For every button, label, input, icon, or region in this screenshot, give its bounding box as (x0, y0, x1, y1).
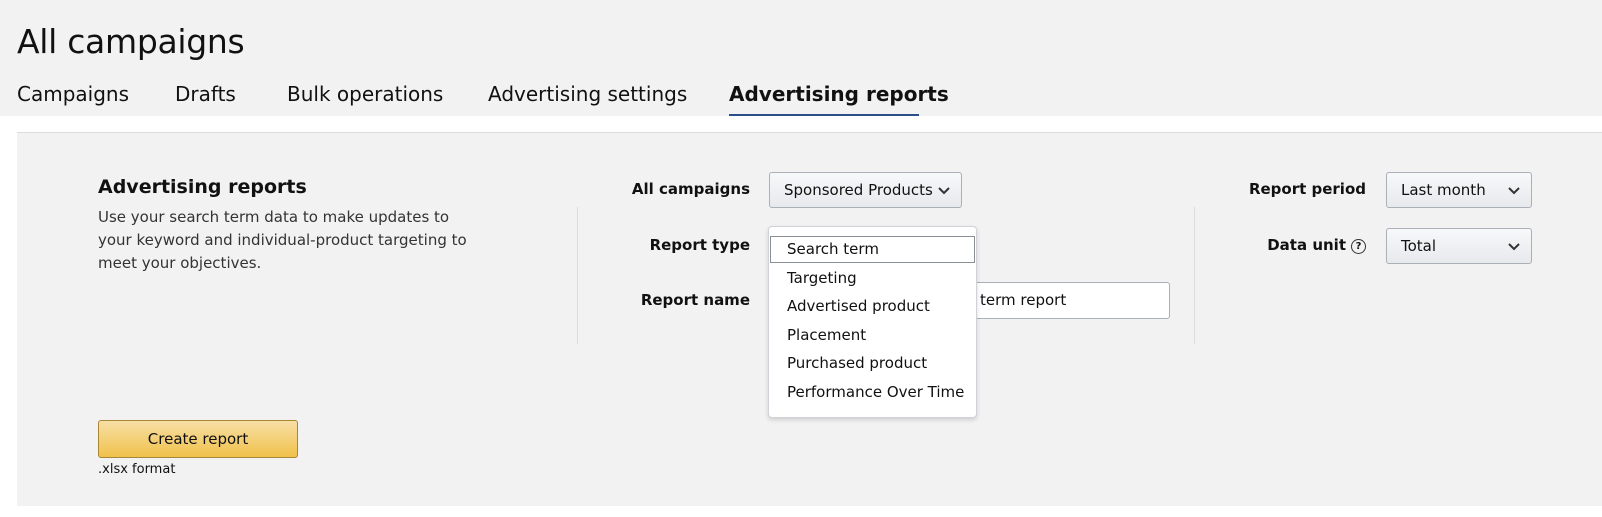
tab-campaigns[interactable]: Campaigns (17, 82, 129, 106)
help-icon[interactable]: ? (1351, 239, 1366, 254)
data-unit-value: Total (1401, 237, 1437, 255)
report-period-value: Last month (1401, 181, 1486, 199)
tab-advertising-reports[interactable]: Advertising reports (729, 82, 949, 106)
chevron-down-icon (1508, 187, 1520, 195)
page-title: All campaigns (17, 22, 245, 61)
report-name-value: term report (980, 291, 1067, 309)
page-bottom-gutter (0, 506, 1602, 517)
tab-bar-separator (17, 116, 1602, 132)
report-type-option-advertised-product[interactable]: Advertised product (770, 293, 975, 320)
report-type-option-performance-over-time[interactable]: Performance Over Time (770, 379, 975, 406)
report-type-label: Report type (649, 236, 750, 254)
format-note: .xlsx format (98, 462, 176, 477)
report-period-select[interactable]: Last month (1386, 172, 1532, 208)
report-type-option-search-term[interactable]: Search term (770, 236, 975, 263)
create-report-button[interactable]: Create report (98, 420, 298, 458)
column-divider-left (577, 207, 578, 344)
data-unit-select[interactable]: Total (1386, 228, 1532, 264)
data-unit-label: Data unit (1267, 236, 1346, 254)
report-name-input[interactable]: term report (969, 282, 1170, 319)
tab-advertising-settings[interactable]: Advertising settings (488, 82, 687, 106)
campaign-type-select[interactable]: Sponsored Products (769, 172, 962, 208)
campaign-type-value: Sponsored Products (784, 181, 933, 199)
tab-bulk-operations[interactable]: Bulk operations (287, 82, 443, 106)
tab-drafts[interactable]: Drafts (175, 82, 236, 106)
report-period-label: Report period (1248, 180, 1366, 198)
data-unit-label-group: Data unit? (1267, 236, 1366, 254)
report-type-option-placement[interactable]: Placement (770, 322, 975, 349)
chevron-down-icon (1508, 243, 1520, 251)
report-type-option-targeting[interactable]: Targeting (770, 265, 975, 292)
column-divider-right (1194, 207, 1195, 344)
chevron-down-icon (938, 187, 950, 195)
campaigns-label: All campaigns (631, 180, 750, 198)
report-name-label: Report name (640, 291, 750, 309)
section-title: Advertising reports (98, 176, 307, 198)
report-type-dropdown: Search term Targeting Advertised product… (768, 226, 977, 418)
page-left-gutter (0, 116, 17, 517)
report-type-option-purchased-product[interactable]: Purchased product (770, 350, 975, 377)
tab-bar: Campaigns Drafts Bulk operations Adverti… (0, 78, 1602, 118)
section-description: Use your search term data to make update… (98, 208, 467, 272)
